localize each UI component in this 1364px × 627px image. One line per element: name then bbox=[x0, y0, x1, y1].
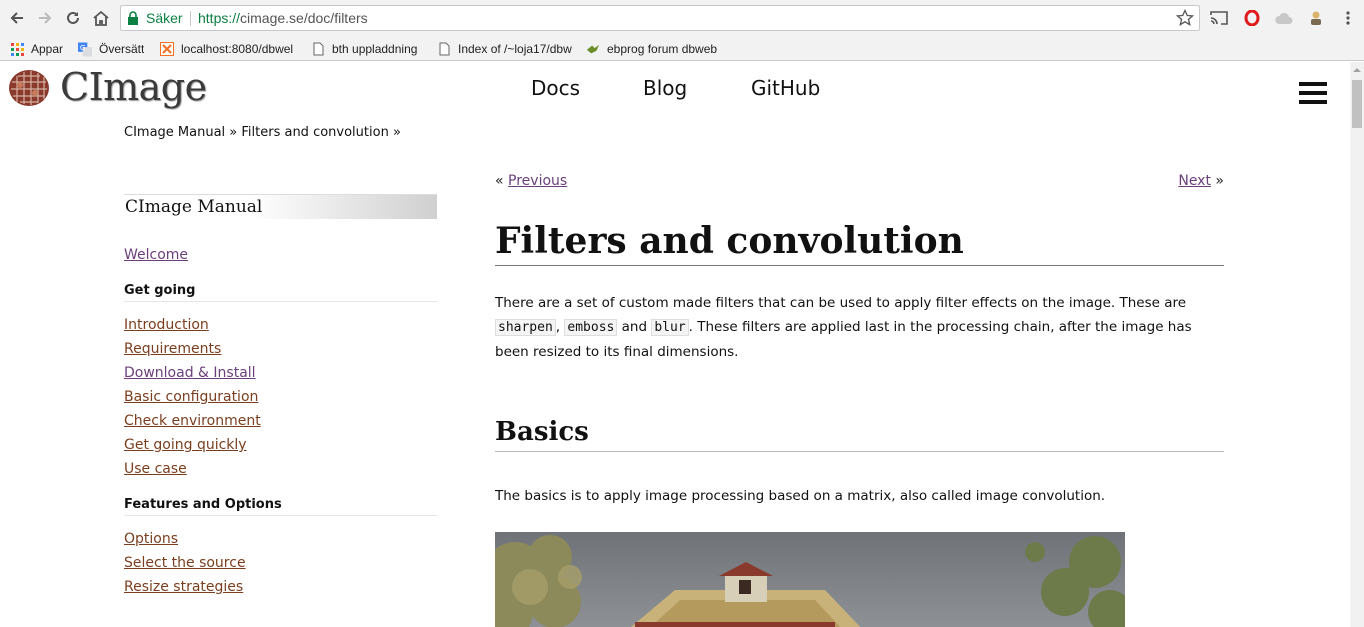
page-icon bbox=[311, 42, 325, 56]
code-sharpen: sharpen bbox=[495, 319, 556, 336]
sidebar-title: CImage Manual bbox=[124, 194, 437, 219]
address-bar[interactable]: Säker https://cimage.se/doc/filters bbox=[120, 5, 1200, 31]
next-arrow: » bbox=[1215, 173, 1224, 189]
bookmark-bth[interactable]: bth uppladdning bbox=[311, 40, 417, 58]
hamburger-menu-icon[interactable] bbox=[1299, 82, 1327, 106]
sidebar-link-welcome[interactable]: Welcome bbox=[124, 245, 437, 269]
lock-icon bbox=[128, 11, 138, 25]
home-button[interactable] bbox=[90, 7, 112, 29]
more-vertical-icon bbox=[1346, 11, 1350, 25]
sidebar-link-requirements[interactable]: Requirements bbox=[124, 339, 437, 363]
sidebar-link-check-environment[interactable]: Check environment bbox=[124, 411, 437, 435]
bird-icon bbox=[586, 42, 600, 56]
nav-blog[interactable]: Blog bbox=[643, 76, 687, 100]
code-blur: blur bbox=[651, 319, 689, 336]
xampp-icon bbox=[160, 42, 174, 56]
web-page: CImage Docs Blog GitHub CImage Manual » … bbox=[0, 62, 1350, 627]
bookmark-index[interactable]: Index of /~loja17/dbw bbox=[437, 40, 574, 58]
next-link-wrap: Next » bbox=[1178, 173, 1224, 189]
page-icon bbox=[437, 42, 451, 56]
nav-github[interactable]: GitHub bbox=[751, 76, 820, 100]
site-logo[interactable]: CImage bbox=[8, 65, 207, 109]
page-scrollbar[interactable] bbox=[1350, 62, 1364, 627]
cloud-icon bbox=[1275, 12, 1293, 24]
prev-arrow: « bbox=[495, 173, 504, 189]
section-heading-basics: Basics bbox=[495, 417, 1224, 452]
basics-paragraph: The basics is to apply image processing … bbox=[495, 488, 1106, 504]
next-link[interactable]: Next bbox=[1178, 173, 1211, 189]
bookmarks-bar: Appar G Översätt localhost:8080/dbwel bt… bbox=[0, 36, 1364, 61]
scroll-thumb[interactable] bbox=[1352, 80, 1362, 128]
cast-button[interactable] bbox=[1209, 8, 1229, 28]
sidebar-link-basic-configuration[interactable]: Basic configuration bbox=[124, 387, 437, 411]
sidebar-heading-get-going: Get going bbox=[124, 283, 437, 302]
reload-button[interactable] bbox=[62, 7, 84, 29]
extension-user-icon bbox=[1311, 11, 1321, 25]
nav-docs[interactable]: Docs bbox=[531, 76, 580, 100]
reload-icon bbox=[67, 11, 79, 24]
url-text[interactable]: https://cimage.se/doc/filters bbox=[198, 10, 368, 26]
example-barn-image bbox=[495, 532, 1125, 627]
scroll-up-arrow-icon[interactable] bbox=[1350, 62, 1364, 76]
cast-icon bbox=[1210, 11, 1228, 25]
breadcrumb[interactable]: CImage Manual » Filters and convolution … bbox=[124, 125, 401, 140]
sidebar-list-get-going: Introduction Requirements Download & Ins… bbox=[124, 315, 437, 483]
sidebar-heading-features: Features and Options bbox=[124, 497, 437, 516]
sidebar-link-select-source[interactable]: Select the source bbox=[124, 553, 437, 577]
drive-extension[interactable] bbox=[1274, 8, 1294, 28]
menu-button[interactable] bbox=[1338, 8, 1358, 28]
logo-text: CImage bbox=[60, 65, 207, 109]
omnibox-divider bbox=[190, 11, 191, 26]
sidebar-link-download-install[interactable]: Download & Install bbox=[124, 363, 437, 387]
bookmark-star-icon[interactable] bbox=[1176, 9, 1194, 27]
forward-button[interactable] bbox=[34, 7, 56, 29]
previous-link[interactable]: Previous bbox=[508, 173, 567, 189]
bookmark-translate[interactable]: G Översätt bbox=[78, 40, 144, 58]
sidebar-link-get-going-quickly[interactable]: Get going quickly bbox=[124, 435, 437, 459]
translate-icon: G bbox=[78, 42, 92, 56]
sidebar-link-use-case[interactable]: Use case bbox=[124, 459, 437, 483]
prev-link-wrap: « Previous bbox=[495, 173, 567, 189]
code-emboss: emboss bbox=[564, 319, 618, 336]
apps-grid-icon bbox=[10, 42, 24, 56]
opera-extension[interactable] bbox=[1242, 8, 1262, 28]
sidebar-link-options[interactable]: Options bbox=[124, 529, 437, 553]
sidebar-link-introduction[interactable]: Introduction bbox=[124, 315, 437, 339]
back-arrow-icon bbox=[10, 12, 23, 24]
bookmark-forum[interactable]: ebprog forum dbweb bbox=[586, 40, 717, 58]
page-title: Filters and convolution bbox=[495, 220, 1224, 266]
home-icon bbox=[93, 10, 109, 26]
sidebar-link-resize-strategies[interactable]: Resize strategies bbox=[124, 577, 437, 601]
opera-icon bbox=[1244, 10, 1260, 26]
sidebar-list-features: Options Select the source Resize strateg… bbox=[124, 529, 437, 601]
security-label: Säker bbox=[146, 10, 183, 26]
intro-paragraph: There are a set of custom made filters t… bbox=[495, 295, 1192, 360]
browser-toolbar: Säker https://cimage.se/doc/filters bbox=[0, 0, 1364, 36]
cimage-logo-icon bbox=[9, 70, 49, 106]
bookmark-apps[interactable]: Appar bbox=[10, 40, 63, 58]
sidebar: CImage Manual Welcome Get going Introduc… bbox=[124, 194, 437, 601]
bookmark-localhost[interactable]: localhost:8080/dbwel bbox=[160, 40, 297, 58]
svg-text:G: G bbox=[80, 42, 86, 51]
back-button[interactable] bbox=[6, 7, 28, 29]
user-extension[interactable] bbox=[1306, 8, 1326, 28]
forward-arrow-icon bbox=[39, 12, 52, 24]
